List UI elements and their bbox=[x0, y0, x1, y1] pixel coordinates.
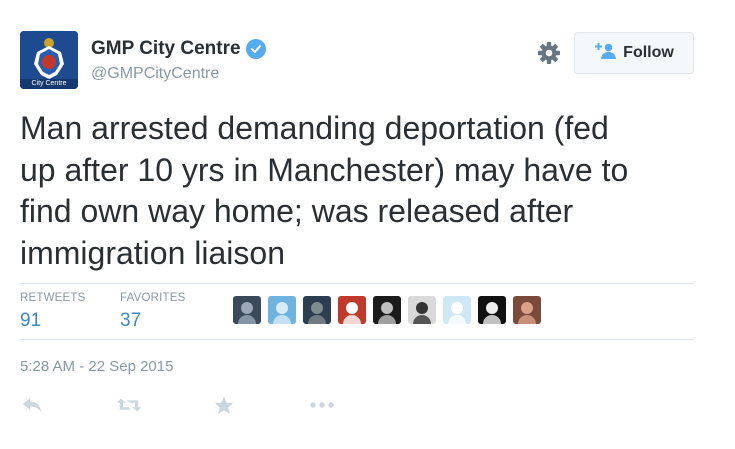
retweet-icon[interactable] bbox=[117, 395, 141, 415]
more-icon[interactable] bbox=[310, 395, 334, 415]
tweet-line: immigration liaison bbox=[20, 234, 285, 271]
favorites-count[interactable]: 37 bbox=[120, 310, 141, 332]
favoriter-avatars bbox=[233, 296, 541, 324]
user-handle[interactable]: @GMPCityCentre bbox=[91, 65, 219, 83]
reply-icon[interactable] bbox=[20, 395, 44, 415]
favoriter-avatar[interactable] bbox=[478, 296, 506, 324]
verified-badge-icon bbox=[245, 39, 266, 59]
tweet-line: Man arrested demanding deportation (fed bbox=[20, 110, 609, 146]
retweets-count[interactable]: 91 bbox=[20, 310, 41, 332]
favoriter-avatar[interactable] bbox=[373, 296, 401, 324]
divider bbox=[20, 283, 694, 284]
avatar[interactable]: City Centre bbox=[20, 31, 78, 89]
tweet-line: find own way home; was released after bbox=[20, 193, 574, 229]
tweet-line: up after 10 yrs in Manchester) may have … bbox=[20, 151, 629, 188]
display-name-text: GMP City Centre bbox=[91, 38, 241, 59]
tweet-text: Man arrested demanding deportation (fed … bbox=[20, 108, 720, 274]
divider bbox=[20, 339, 694, 340]
favoriter-avatar[interactable] bbox=[303, 296, 331, 324]
favorite-icon[interactable] bbox=[212, 395, 236, 415]
avatar-caption: City Centre bbox=[31, 80, 67, 87]
follow-button[interactable]: Follow bbox=[574, 32, 694, 74]
favoriter-avatar[interactable] bbox=[443, 296, 471, 324]
display-name[interactable]: GMP City Centre bbox=[91, 38, 266, 60]
tweet-timestamp[interactable]: 5:28 AM - 22 Sep 2015 bbox=[20, 358, 173, 375]
favoriter-avatar[interactable] bbox=[268, 296, 296, 324]
gear-icon[interactable] bbox=[535, 39, 563, 67]
follow-label: Follow bbox=[623, 44, 674, 61]
favorites-label: FAVORITES bbox=[120, 292, 186, 304]
add-user-icon bbox=[594, 42, 617, 64]
favoriter-avatar[interactable] bbox=[408, 296, 436, 324]
favoriter-avatar[interactable] bbox=[513, 296, 541, 324]
favoriter-avatar[interactable] bbox=[233, 296, 261, 324]
retweets-label: RETWEETS bbox=[20, 292, 86, 304]
favoriter-avatar[interactable] bbox=[338, 296, 366, 324]
